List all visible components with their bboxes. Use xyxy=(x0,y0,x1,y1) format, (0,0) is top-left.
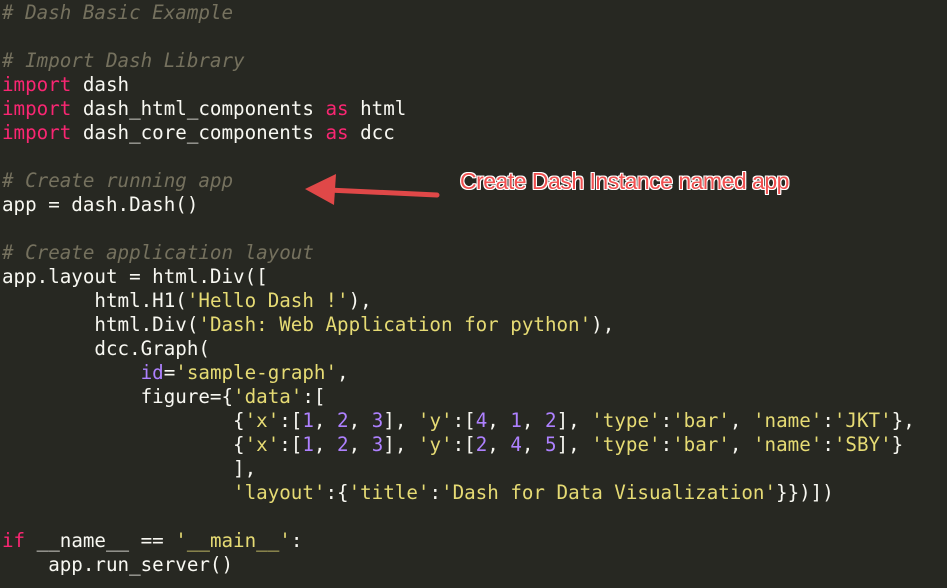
annotation-label: Create Dash Instance named app xyxy=(460,168,789,194)
annotation-arrow-icon xyxy=(305,174,440,205)
code-editor[interactable]: # Dash Basic Example # Import Dash Librar… xyxy=(0,0,947,588)
